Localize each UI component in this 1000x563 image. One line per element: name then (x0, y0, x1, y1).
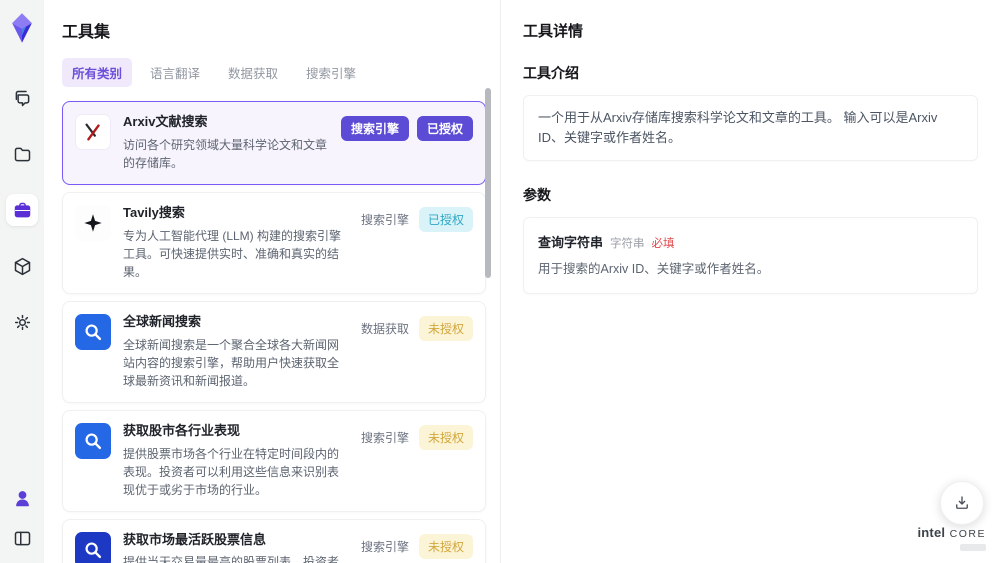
briefcase-icon (14, 202, 30, 217)
tool-icon (75, 313, 111, 350)
param-description: 用于搜索的Arxiv ID、关键字或作者姓名。 (538, 262, 770, 277)
core-wordmark: core (949, 528, 986, 540)
tool-text: Tavily搜索 专为人工智能代理 (LLM) 构建的搜索引擎工具。可快速提供实… (123, 205, 347, 281)
sidebar-item-chat[interactable] (6, 82, 38, 114)
tavily-logo-icon (84, 214, 102, 232)
details-panel: 工具详情 工具介绍 一个用于从Arxiv存储库搜索科学论文和文章的工具。 输入可… (500, 0, 1000, 563)
tool-icon (75, 114, 111, 150)
tool-name: 全球新闻搜索 (123, 313, 202, 329)
tool-category-badge: 搜索引擎 (360, 212, 409, 227)
download-button[interactable] (940, 481, 984, 525)
app-window: 工具集 所有类别 语言翻译 数据获取 搜索引擎 Arxiv文献搜索 访问各个研究… (0, 0, 1000, 563)
tool-badges: 搜索引擎 已授权 (340, 114, 473, 172)
tool-description: 全球新闻搜索是一个聚合全球各大新闻网站内容的搜索引擎，帮助用户快速获取全球最新资… (123, 337, 340, 388)
param-list: 查询字符串 字符串 必填 用于搜索的Arxiv ID、关键字或作者姓名。 (523, 217, 978, 295)
tool-badges: 搜索引擎 未授权 (359, 423, 473, 499)
scrollbar-thumb[interactable] (485, 88, 491, 278)
tool-text: 全球新闻搜索 全球新闻搜索是一个聚合全球各大新闻网站内容的搜索引擎，帮助用户快速… (123, 314, 347, 390)
intel-wordmark: intel (917, 525, 946, 540)
tool-category-badge: 搜索引擎 (360, 539, 409, 554)
tool-icon (75, 204, 111, 241)
tool-badges: 搜索引擎 已授权 (359, 205, 473, 281)
tool-description: 提供当天交易量最高的股票列表，投资者可以利用这些信息来识别流动性强的股票和潜在的… (123, 555, 340, 563)
arxiv-logo-icon (85, 123, 100, 141)
category-tabs: 所有类别 语言翻译 数据获取 搜索引擎 (62, 58, 500, 87)
user-icon (15, 490, 29, 506)
app-logo-icon (12, 13, 32, 43)
folder-icon (14, 147, 30, 161)
tool-text: 获取市场最活跃股票信息 提供当天交易量最高的股票列表，投资者可以利用这些信息来识… (123, 532, 347, 563)
category-tab[interactable]: 所有类别 (62, 58, 133, 87)
param-name: 查询字符串 (538, 235, 604, 251)
tool-auth-badge: 未授权 (418, 533, 473, 559)
tool-auth-badge: 未授权 (418, 315, 473, 341)
sidebar-item-tools[interactable] (6, 194, 38, 226)
panel-toggle-icon (14, 531, 30, 545)
tool-text: Arxiv文献搜索 访问各个研究领域大量科学论文和文章的存储库。 (123, 114, 329, 172)
sidebar-item-plugins[interactable] (6, 250, 38, 282)
tool-card[interactable]: 获取市场最活跃股票信息 提供当天交易量最高的股票列表，投资者可以利用这些信息来识… (62, 518, 486, 563)
sidebar-item-files[interactable] (6, 138, 38, 170)
intel-ultra-mark (960, 544, 986, 551)
category-tab[interactable]: 数据获取 (218, 58, 288, 87)
category-tab[interactable]: 搜索引擎 (296, 58, 366, 87)
intro-text: 一个用于从Arxiv存储库搜索科学论文和文章的工具。 输入可以是Arxiv ID… (523, 95, 978, 162)
sidebar-bottom (9, 485, 35, 551)
panel-toggle-button[interactable] (9, 525, 35, 551)
tool-card[interactable]: 全球新闻搜索 全球新闻搜索是一个聚合全球各大新闻网站内容的搜索引擎，帮助用户快速… (62, 300, 486, 403)
tool-name: 获取市场最活跃股票信息 (123, 531, 267, 547)
tool-category-badge: 搜索引擎 (360, 430, 409, 445)
tool-name: Tavily搜索 (123, 204, 185, 220)
tool-card[interactable]: Arxiv文献搜索 访问各个研究领域大量科学论文和文章的存储库。 搜索引擎 已授… (62, 101, 486, 185)
tool-card[interactable]: Tavily搜索 专为人工智能代理 (LLM) 构建的搜索引擎工具。可快速提供实… (62, 191, 486, 294)
tool-name: 获取股市各行业表现 (123, 422, 241, 438)
download-icon (956, 496, 968, 509)
chat-icon (15, 90, 29, 106)
tools-panel: 工具集 所有类别 语言翻译 数据获取 搜索引擎 Arxiv文献搜索 访问各个研究… (44, 0, 500, 563)
tool-auth-badge: 未授权 (418, 424, 473, 450)
tool-badges: 搜索引擎 未授权 (359, 532, 473, 563)
user-avatar[interactable] (9, 485, 35, 511)
param-header: 查询字符串 字符串 必填 (538, 232, 963, 251)
param-required-flag: 必填 (651, 238, 675, 251)
intro-heading: 工具介绍 (523, 65, 579, 81)
tool-icon (75, 531, 111, 563)
magnifier-icon (85, 324, 102, 340)
cube-icon (14, 257, 30, 275)
tool-description: 访问各个研究领域大量科学论文和文章的存储库。 (123, 137, 328, 170)
tool-list: Arxiv文献搜索 访问各个研究领域大量科学论文和文章的存储库。 搜索引擎 已授… (62, 101, 486, 563)
tools-panel-title: 工具集 (62, 24, 111, 41)
tool-description: 提供股票市场各个行业在特定时间段内的表现。投资者可以利用这些信息来识别表现优于或… (123, 446, 340, 497)
intel-core-logo: intel core (917, 524, 986, 551)
tool-badges: 数据获取 未授权 (359, 314, 473, 390)
tool-card[interactable]: 获取股市各行业表现 提供股票市场各个行业在特定时间段内的表现。投资者可以利用这些… (62, 409, 486, 512)
tool-auth-badge: 已授权 (418, 206, 473, 232)
gear-icon (14, 314, 30, 330)
details-title: 工具详情 (523, 23, 584, 40)
params-heading: 参数 (523, 187, 551, 204)
sidebar (0, 0, 44, 563)
magnifier-icon (85, 433, 102, 449)
tool-auth-badge: 已授权 (416, 116, 473, 141)
tool-category-badge: 数据获取 (360, 321, 409, 336)
tool-description: 专为人工智能代理 (LLM) 构建的搜索引擎工具。可快速提供实时、准确和真实的结… (123, 228, 342, 279)
sidebar-nav (6, 82, 38, 338)
tool-icon (75, 422, 111, 459)
category-tab[interactable]: 语言翻译 (140, 58, 210, 87)
tool-text: 获取股市各行业表现 提供股票市场各个行业在特定时间段内的表现。投资者可以利用这些… (123, 423, 347, 499)
tool-category-badge: 搜索引擎 (340, 116, 409, 141)
param-card: 查询字符串 字符串 必填 用于搜索的Arxiv ID、关键字或作者姓名。 (523, 217, 978, 295)
magnifier-icon (85, 542, 102, 558)
param-type: 字符串 (610, 238, 645, 251)
tool-name: Arxiv文献搜索 (123, 114, 208, 129)
sidebar-item-settings[interactable] (6, 306, 38, 338)
